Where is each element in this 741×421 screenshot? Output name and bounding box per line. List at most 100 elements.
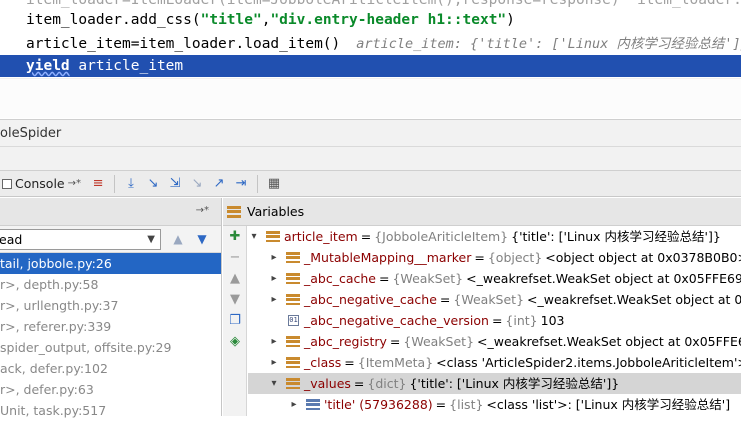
frame-item-selected[interactable]: tail, jobbole.py:26: [0, 253, 221, 274]
variable-type: {dict}: [367, 376, 407, 391]
equals-sign: =: [435, 397, 447, 412]
variable-value: <_weakrefset.WeakSet object at 0x05FFE67…: [477, 334, 741, 349]
frames-pin-icon[interactable]: →*: [196, 205, 209, 216]
tab-console[interactable]: Console: [0, 173, 65, 195]
variable-row[interactable]: ▸ 'title' (57936288) = {list} <class 'list'>…: [248, 394, 741, 415]
variable-value: <_weakrefset.WeakSet object at 0x062F0: [527, 292, 741, 307]
step-over-icon[interactable]: ⤓: [120, 173, 142, 195]
collapsed-chevron-icon[interactable]: ▸: [268, 352, 280, 373]
variable-type: {ItemMeta}: [357, 355, 434, 370]
variable-row[interactable]: ▸ _abc_registry = {WeakSet} <_weakrefset.Wea…: [248, 331, 741, 352]
variable-name: _MutableMapping__marker: [304, 250, 472, 265]
variable-value: <object object at 0x0378B0B0>: [545, 250, 741, 265]
code-line-text: item_loader=ItemLoader(item=JobboleAriti…: [26, 0, 741, 8]
copy-watch-icon[interactable]: ❐: [223, 310, 247, 331]
object-icon: [286, 378, 300, 389]
collapsed-chevron-icon[interactable]: ▸: [288, 394, 300, 415]
code-keyword-yield: yield: [26, 58, 70, 74]
code-yield-target: article_item: [69, 58, 184, 74]
equals-sign: =: [344, 355, 355, 370]
variable-value: {'title': ['Linux 内核学习经验总结']}: [409, 376, 620, 391]
variable-row[interactable]: ▸ _abc_negative_cache = {WeakSet} <_weakrefs…: [248, 289, 741, 310]
object-icon: [266, 231, 280, 242]
expanded-chevron-icon[interactable]: ▾: [248, 226, 260, 247]
variable-row[interactable]: ▾ article_item = {JobboleAriticleItem} {'tit…: [248, 226, 741, 247]
frame-item[interactable]: r>, referer.py:339: [0, 316, 221, 337]
frame-item[interactable]: ack, defer.py:102: [0, 358, 221, 379]
equals-sign: =: [474, 250, 485, 265]
frame-item[interactable]: r>, urllength.py:37: [0, 295, 221, 316]
step-into-icon[interactable]: ↘: [142, 173, 164, 195]
variable-name: _abc_negative_cache_version: [304, 313, 489, 328]
editor-empty-area[interactable]: [0, 78, 741, 118]
variable-type: {int}: [505, 313, 538, 328]
next-frame-icon[interactable]: ▼: [191, 232, 213, 246]
collapsed-chevron-icon[interactable]: ▸: [268, 247, 280, 268]
expanded-chevron-icon[interactable]: ▾: [268, 373, 280, 394]
variable-type: {WeakSet}: [392, 271, 464, 286]
thread-dropdown[interactable]: ead ▼: [0, 228, 161, 250]
variable-name: 'title' (57936288): [324, 397, 433, 412]
variables-title: Variables: [247, 203, 305, 219]
variable-row[interactable]: ▸ _class = {ItemMeta} <class 'ArticleSpider2…: [248, 352, 741, 373]
debug-run-config-title[interactable]: oleSpider: [0, 119, 741, 147]
variable-name: _abc_cache: [304, 271, 376, 286]
object-icon: [286, 294, 300, 305]
variable-value: <_weakrefset.WeakSet object at 0x05FFE69…: [466, 271, 741, 286]
move-up-icon[interactable]: ▲: [223, 268, 247, 289]
collapsed-chevron-icon[interactable]: ▸: [268, 289, 280, 310]
variable-value: {'title': ['Linux 内核学习经验总结']}: [511, 229, 721, 244]
variables-tree: ▾ article_item = {JobboleAriticleItem} {'tit…: [248, 226, 741, 415]
chevron-down-icon: ▼: [147, 233, 155, 245]
force-step-into-icon[interactable]: ↘: [186, 173, 208, 195]
frame-item[interactable]: Unit, task.py:517: [0, 400, 221, 421]
object-icon: [286, 273, 300, 284]
previous-frame-icon[interactable]: ▲: [167, 232, 189, 246]
frames-header: →*: [0, 198, 221, 226]
show-execution-point-icon[interactable]: ≡: [87, 173, 109, 195]
equals-sign: =: [353, 376, 365, 391]
object-icon: [286, 336, 300, 347]
object-icon: [286, 357, 300, 368]
variable-type: {WeakSet}: [403, 334, 475, 349]
variable-row[interactable]: 01 _abc_negative_cache_version = {int} 103: [248, 310, 741, 331]
primitive-value-icon: 01: [288, 315, 299, 326]
code-line-current-execution[interactable]: yield article_item: [0, 55, 741, 77]
frame-item[interactable]: r>, defer.py:63: [0, 379, 221, 400]
variables-icon: [227, 205, 241, 218]
code-call: item_loader.add_css(: [26, 12, 201, 28]
show-watches-icon[interactable]: ◈: [223, 331, 247, 352]
code-line-add-css[interactable]: item_loader.add_css("title","div.entry-h…: [0, 9, 741, 31]
collapsed-chevron-icon[interactable]: ▸: [268, 331, 280, 352]
object-icon: [286, 252, 300, 263]
variable-row[interactable]: ▸ _MutableMapping__marker = {object} <object…: [248, 247, 741, 268]
frame-item[interactable]: spider_output, offsite.py:29: [0, 337, 221, 358]
code-editor[interactable]: item_loader=ItemLoader(item=JobboleAriti…: [0, 0, 741, 118]
remove-watch-icon[interactable]: −: [223, 247, 247, 268]
variable-name: _abc_negative_cache: [304, 292, 437, 307]
thread-dropdown-value: ead: [0, 231, 23, 247]
variable-row[interactable]: ▸ _abc_cache = {WeakSet} <_weakrefset.WeakSe…: [248, 268, 741, 289]
run-to-cursor-icon[interactable]: ⇥: [230, 173, 252, 195]
thread-row: ead ▼ ▲ ▼: [0, 226, 221, 253]
variables-side-toolbar: ✚ − ▲ ▼ ❐ ◈: [223, 226, 247, 416]
code-line-load-item[interactable]: article_item=item_loader.load_item() arti…: [0, 33, 741, 55]
variable-type: {object}: [487, 250, 543, 265]
move-down-icon[interactable]: ▼: [223, 289, 247, 310]
frame-item[interactable]: r>, depth.py:58: [0, 274, 221, 295]
step-into-my-code-icon[interactable]: ⇲: [164, 173, 186, 195]
console-icon: [2, 178, 12, 189]
variable-row[interactable]: ▾ _values = {dict} {'title': ['Linux 内核学习经验总…: [248, 373, 741, 394]
collapsed-chevron-icon[interactable]: ▸: [268, 268, 280, 289]
equals-sign: =: [439, 292, 451, 307]
equals-sign: =: [379, 271, 390, 286]
variable-value: 103: [540, 313, 565, 328]
add-watch-icon[interactable]: ✚: [223, 226, 247, 247]
evaluate-expression-icon[interactable]: ▦: [263, 173, 285, 195]
tab-console-label: Console: [15, 176, 65, 191]
code-statement: article_item=item_loader.load_item(): [26, 36, 341, 52]
step-out-icon[interactable]: ↗: [208, 173, 230, 195]
pin-icon[interactable]: →*: [68, 178, 81, 189]
debugger-toolbar: Console →* ≡ ⤓ ↘ ⇲ ↘ ↗ ⇥ ▦: [0, 170, 741, 197]
toolbar-separator: [114, 174, 116, 193]
